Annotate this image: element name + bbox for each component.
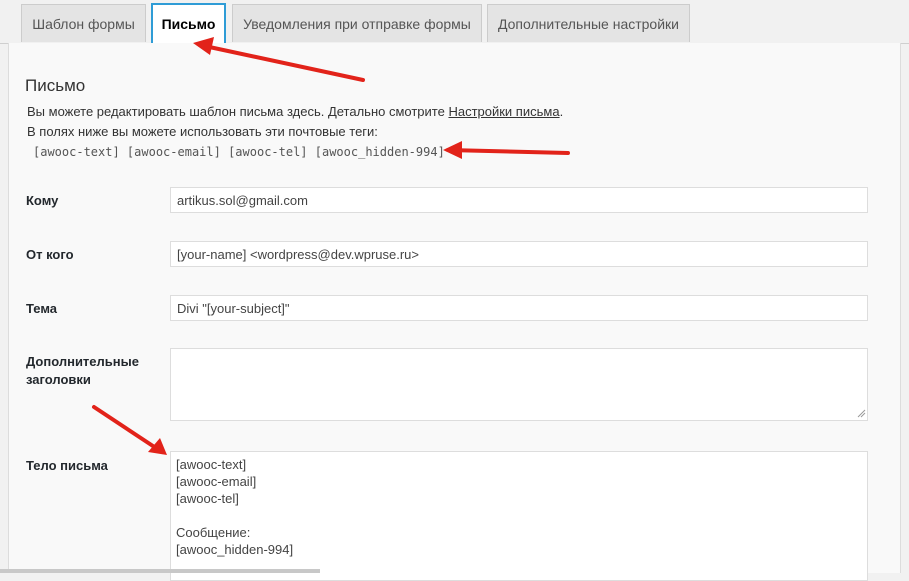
additional-headers-label: Дополнительные заголовки [26, 354, 139, 387]
additional-headers-field[interactable] [170, 348, 868, 421]
section-title: Письмо [25, 76, 86, 95]
subject-label: Тема [26, 301, 58, 316]
description-period: . [559, 104, 564, 119]
description-line-2: В полях ниже вы можете использовать эти … [27, 124, 378, 139]
description-text: Вы можете редактировать шаблон письма зд… [27, 104, 449, 119]
tab-submit-notifications[interactable]: Уведомления при отправке формы [232, 4, 482, 42]
message-body-field[interactable]: [awooc-text] [awooc-email] [awooc-tel] С… [170, 451, 868, 581]
from-label: От кого [26, 247, 74, 262]
subject-field[interactable] [170, 295, 868, 321]
resize-grip-icon[interactable] [856, 408, 866, 418]
tab-form-template[interactable]: Шаблон формы [21, 4, 146, 42]
description-line-1: Вы можете редактировать шаблон письма зд… [27, 104, 563, 119]
to-label: Кому [26, 193, 59, 208]
from-field[interactable] [170, 241, 868, 267]
tab-mail[interactable]: Письмо [151, 3, 226, 43]
to-field[interactable] [170, 187, 868, 213]
message-body-label: Тело письма [26, 458, 108, 473]
horizontal-scrollbar[interactable] [0, 569, 320, 573]
tab-additional-settings[interactable]: Дополнительные настройки [487, 4, 690, 42]
tab-bar: Шаблон формы Письмо Уведомления при отпр… [0, 0, 909, 44]
mail-tags: [awooc-text] [awooc-email] [awooc-tel] [… [33, 145, 445, 159]
mail-settings-link[interactable]: Настройки письма [448, 104, 559, 119]
